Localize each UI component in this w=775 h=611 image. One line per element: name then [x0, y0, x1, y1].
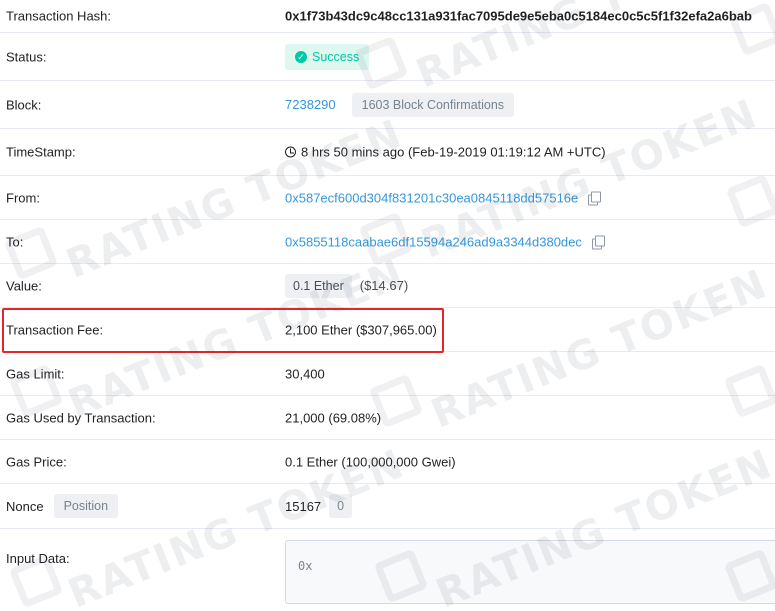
gas-limit-label: Gas Limit: [6, 366, 65, 381]
row-value: Value: 0.1 Ether ($14.67) [0, 264, 775, 308]
row-status: Status: ✓ Success [0, 33, 775, 81]
transaction-hash-value: 0x1f73b43dc9c48cc131a931fac7095de9e5eba0… [285, 8, 752, 24]
input-data-field[interactable]: 0x [285, 540, 775, 604]
timestamp-value-wrap: 8 hrs 50 mins ago (Feb-19-2019 01:19:12 … [285, 145, 606, 160]
gas-price-value: 0.1 Ether (100,000,000 Gwei) [285, 454, 456, 469]
block-label: Block: [6, 97, 42, 112]
status-value-wrap: ✓ Success [285, 43, 370, 70]
status-text: Success [312, 49, 360, 64]
nonce-value-wrap: 15167 0 [285, 494, 353, 518]
row-block: Block: 7238290 1603 Block Confirmations [0, 81, 775, 129]
value-value-wrap: 0.1 Ether ($14.67) [285, 273, 409, 298]
from-label: From: [6, 190, 40, 205]
gas-price-label: Gas Price: [6, 454, 67, 469]
to-label: To: [6, 234, 24, 249]
status-badge: ✓ Success [285, 43, 370, 70]
gas-used-value: 21,000 (69.08%) [285, 410, 382, 425]
to-value-wrap: 0x5855118caabae6df15594a246ad9a3344d380d… [285, 234, 605, 250]
transaction-hash-label: Transaction Hash: [6, 8, 112, 24]
block-confirmations-badge: 1603 Block Confirmations [351, 92, 515, 117]
row-gas-limit: Gas Limit: 30,400 [0, 352, 775, 396]
row-to: To: 0x5855118caabae6df15594a246ad9a3344d… [0, 220, 775, 264]
check-circle-icon: ✓ [295, 50, 307, 63]
row-from: From: 0x587ecf600d304f831201c30ea0845118… [0, 176, 775, 220]
block-value-wrap: 7238290 1603 Block Confirmations [285, 92, 515, 117]
timestamp-value: 8 hrs 50 mins ago (Feb-19-2019 01:19:12 … [301, 144, 606, 160]
position-value-badge: 0 [329, 494, 353, 518]
position-label-badge: Position [53, 494, 119, 518]
nonce-label-wrap: Nonce Position [6, 494, 119, 518]
from-value-wrap: 0x587ecf600d304f831201c30ea0845118dd5751… [285, 190, 602, 206]
to-address-link[interactable]: 0x5855118caabae6df15594a246ad9a3344d380d… [285, 234, 582, 249]
input-data-label: Input Data: [6, 551, 70, 566]
row-gas-price: Gas Price: 0.1 Ether (100,000,000 Gwei) [0, 440, 775, 484]
transaction-fee-label: Transaction Fee: [6, 322, 104, 337]
row-nonce: Nonce Position 15167 0 [0, 484, 775, 529]
gas-limit-value: 30,400 [285, 366, 325, 381]
transaction-details-page: Transaction Hash: 0x1f73b43dc9c48cc131a9… [0, 0, 775, 611]
value-usd: ($14.67) [359, 278, 409, 293]
nonce-value: 15167 [285, 498, 322, 514]
from-address-link[interactable]: 0x587ecf600d304f831201c30ea0845118dd5751… [285, 190, 578, 205]
timestamp-label: TimeStamp: [6, 144, 76, 160]
block-number-link[interactable]: 7238290 [285, 97, 336, 112]
row-timestamp: TimeStamp: 8 hrs 50 mins ago (Feb-19-201… [0, 129, 775, 176]
status-label: Status: [6, 49, 47, 64]
value-amount-badge: 0.1 Ether [285, 273, 352, 298]
row-gas-used: Gas Used by Transaction: 21,000 (69.08%) [0, 396, 775, 440]
nonce-label: Nonce [6, 498, 44, 514]
copy-icon[interactable] [588, 191, 602, 206]
clock-icon [285, 146, 296, 158]
row-transaction-fee: Transaction Fee: 2,100 Ether ($307,965.0… [0, 308, 775, 352]
row-transaction-hash: Transaction Hash: 0x1f73b43dc9c48cc131a9… [0, 0, 775, 33]
copy-icon[interactable] [591, 235, 605, 250]
gas-used-label: Gas Used by Transaction: [6, 410, 156, 425]
transaction-fee-value: 2,100 Ether ($307,965.00) [285, 322, 437, 337]
value-label: Value: [6, 278, 42, 293]
